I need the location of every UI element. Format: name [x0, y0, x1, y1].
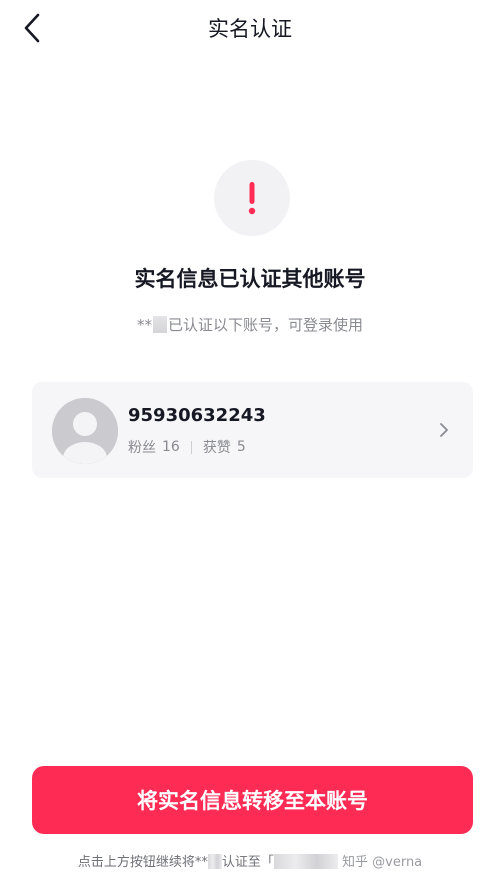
fans-count: 16 [162, 439, 180, 455]
avatar [52, 398, 118, 464]
linked-account-card[interactable]: 95930632243 粉丝 16 获赞 5 [32, 382, 473, 478]
status-subtext: ** 已认证以下账号，可登录使用 [0, 314, 500, 335]
real-name-verification-page: 实名认证 实名信息已认证其他账号 ** 已认证以下账号，可登录使用 9593063… [0, 0, 500, 884]
stats-divider [190, 440, 192, 454]
page-title: 实名认证 [208, 17, 292, 41]
header-bar: 实名认证 [0, 0, 500, 56]
fans-label: 粉丝 [128, 440, 156, 456]
masked-account-block [273, 854, 338, 869]
masked-name-prefix: ** [136, 316, 152, 334]
status-subtext-text: 已认证以下账号，可登录使用 [167, 316, 363, 334]
alert-badge [214, 160, 290, 236]
default-avatar-icon [52, 398, 118, 464]
watermark: 知乎 @verna [342, 855, 423, 870]
footer-note: 点击上方按钮继续将** 认证至「 知乎 @verna [0, 851, 500, 873]
status-headline: 实名信息已认证其他账号 [134, 267, 366, 291]
account-name: 95930632243 [128, 405, 266, 426]
masked-name-block [152, 316, 167, 333]
chevron-right-icon [440, 423, 448, 437]
likes-label: 获赞 [202, 440, 231, 456]
footer-note-part1: 点击上方按钮继续将** [77, 855, 208, 870]
exclamation-icon [248, 182, 256, 215]
masked-name-block [207, 854, 222, 869]
account-stats: 粉丝 16 获赞 5 [128, 437, 246, 457]
transfer-verification-button[interactable]: 将实名信息转移至本账号 [32, 766, 473, 834]
footer-note-part2: 认证至「 [221, 855, 274, 870]
likes-count: 5 [236, 439, 246, 455]
